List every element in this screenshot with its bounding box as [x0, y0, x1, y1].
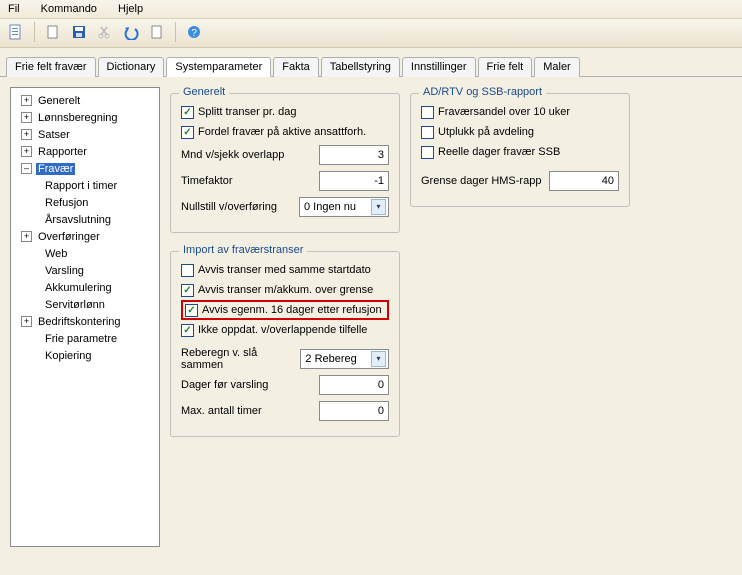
combo-reberegn-value: 2 Rebereg: [305, 353, 356, 365]
label-fravaersandel: Fraværsandel over 10 uker: [438, 106, 570, 118]
label-max: Max. antall timer: [181, 405, 262, 417]
label-avvis-egenm: Avvis egenm. 16 dager etter refusjon: [202, 304, 382, 316]
tree-fravaer[interactable]: –Fravær: [13, 160, 157, 177]
legend-import: Import av fraværstranser: [179, 244, 307, 256]
label-avvis-samme: Avvis transer med samme startdato: [198, 264, 371, 276]
input-max[interactable]: [319, 401, 389, 421]
tree-rapport-i-timer[interactable]: Rapport i timer: [13, 177, 157, 194]
tree-rapporter[interactable]: +Rapporter: [13, 143, 157, 160]
checkbox-avvis-egenm[interactable]: [185, 304, 198, 317]
highlight-avvis-egenm: Avvis egenm. 16 dager etter refusjon: [181, 300, 389, 320]
tree-arsavslutning[interactable]: Årsavslutning: [13, 211, 157, 228]
menu-bar: Fil Kommando Hjelp: [0, 0, 742, 19]
menu-kommando[interactable]: Kommando: [41, 3, 97, 15]
checkbox-fravaersandel[interactable]: [421, 106, 434, 119]
doc-icon[interactable]: [147, 22, 167, 42]
label-fordel: Fordel fravær på aktive ansattforh.: [198, 126, 366, 138]
group-import: Import av fraværstranser Avvis transer m…: [170, 251, 400, 437]
label-reelle: Reelle dager fravær SSB: [438, 146, 560, 158]
tree-kopiering[interactable]: Kopiering: [13, 347, 157, 364]
checkbox-utplukk[interactable]: [421, 126, 434, 139]
expand-icon[interactable]: +: [21, 231, 32, 242]
combo-nullstill[interactable]: 0 Ingen nu ▾: [299, 197, 389, 217]
tab-tabellstyring[interactable]: Tabellstyring: [321, 57, 400, 77]
expand-icon[interactable]: +: [21, 112, 32, 123]
collapse-icon[interactable]: –: [21, 163, 32, 174]
checkbox-reelle[interactable]: [421, 146, 434, 159]
label-reberegn: Reberegn v. slå sammen: [181, 347, 300, 371]
checkbox-ikke-oppdat[interactable]: [181, 324, 194, 337]
input-timefaktor[interactable]: [319, 171, 389, 191]
tree-generelt[interactable]: +Generelt: [13, 92, 157, 109]
group-adrtv: AD/RTV og SSB-rapport Fraværsandel over …: [410, 93, 630, 207]
page-icon[interactable]: [6, 22, 26, 42]
tree-overforinger[interactable]: +Overføringer: [13, 228, 157, 245]
tab-frie-felt[interactable]: Frie felt: [478, 57, 533, 77]
group-generelt: Generelt Splitt transer pr. dag Fordel f…: [170, 93, 400, 233]
new-icon[interactable]: [43, 22, 63, 42]
input-mnd[interactable]: [319, 145, 389, 165]
tree-panel: +Generelt +Lønnsberegning +Satser +Rappo…: [10, 87, 160, 547]
tab-frie-felt-fravaer[interactable]: Frie felt fravær: [6, 57, 96, 77]
tab-systemparameter[interactable]: Systemparameter: [166, 57, 271, 77]
checkbox-avvis-samme[interactable]: [181, 264, 194, 277]
expand-icon[interactable]: +: [21, 129, 32, 140]
expand-icon[interactable]: +: [21, 95, 32, 106]
tree-frie-parametre[interactable]: Frie parametre: [13, 330, 157, 347]
label-ikke-oppdat: Ikke oppdat. v/overlappende tilfelle: [198, 324, 367, 336]
checkbox-avvis-akkum[interactable]: [181, 284, 194, 297]
combo-nullstill-value: 0 Ingen nu: [304, 201, 356, 213]
tree-web[interactable]: Web: [13, 245, 157, 262]
undo-icon[interactable]: [121, 22, 141, 42]
cut-icon[interactable]: [95, 22, 115, 42]
help-icon[interactable]: ?: [184, 22, 204, 42]
tree-servitorlonn[interactable]: Servitørlønn: [13, 296, 157, 313]
expand-icon[interactable]: +: [21, 146, 32, 157]
checkbox-splitt[interactable]: [181, 106, 194, 119]
tree-refusjon[interactable]: Refusjon: [13, 194, 157, 211]
label-mnd: Mnd v/sjekk overlapp: [181, 149, 284, 161]
tree-satser[interactable]: +Satser: [13, 126, 157, 143]
tab-fakta[interactable]: Fakta: [273, 57, 319, 77]
tab-innstillinger[interactable]: Innstillinger: [402, 57, 476, 77]
tab-maler[interactable]: Maler: [534, 57, 580, 77]
checkbox-fordel[interactable]: [181, 126, 194, 139]
input-grense[interactable]: [549, 171, 619, 191]
menu-help[interactable]: Hjelp: [118, 3, 143, 15]
chevron-down-icon[interactable]: ▾: [371, 199, 386, 215]
svg-text:?: ?: [191, 28, 197, 39]
tree-akkumulering[interactable]: Akkumulering: [13, 279, 157, 296]
tab-bar: Frie felt fravær Dictionary Systemparame…: [0, 48, 742, 77]
chevron-down-icon[interactable]: ▾: [371, 351, 386, 367]
legend-generelt: Generelt: [179, 86, 229, 98]
tree-varsling[interactable]: Varsling: [13, 262, 157, 279]
tree-lonnsberegning[interactable]: +Lønnsberegning: [13, 109, 157, 126]
save-icon[interactable]: [69, 22, 89, 42]
expand-icon[interactable]: +: [21, 316, 32, 327]
label-nullstill: Nullstill v/overføring: [181, 201, 277, 213]
input-dager[interactable]: [319, 375, 389, 395]
tab-dictionary[interactable]: Dictionary: [98, 57, 165, 77]
tree-bedriftskontering[interactable]: +Bedriftskontering: [13, 313, 157, 330]
content-area: +Generelt +Lønnsberegning +Satser +Rappo…: [0, 77, 742, 557]
combo-reberegn[interactable]: 2 Rebereg ▾: [300, 349, 389, 369]
toolbar: ?: [0, 19, 742, 48]
label-timefaktor: Timefaktor: [181, 175, 233, 187]
settings-area: Generelt Splitt transer pr. dag Fordel f…: [170, 87, 630, 547]
label-avvis-akkum: Avvis transer m/akkum. over grense: [198, 284, 373, 296]
label-grense: Grense dager HMS-rapp: [421, 175, 541, 187]
label-utplukk: Utplukk på avdeling: [438, 126, 534, 138]
label-splitt: Splitt transer pr. dag: [198, 106, 296, 118]
legend-adrtv: AD/RTV og SSB-rapport: [419, 86, 546, 98]
label-dager: Dager før varsling: [181, 379, 268, 391]
menu-file[interactable]: Fil: [8, 3, 20, 15]
